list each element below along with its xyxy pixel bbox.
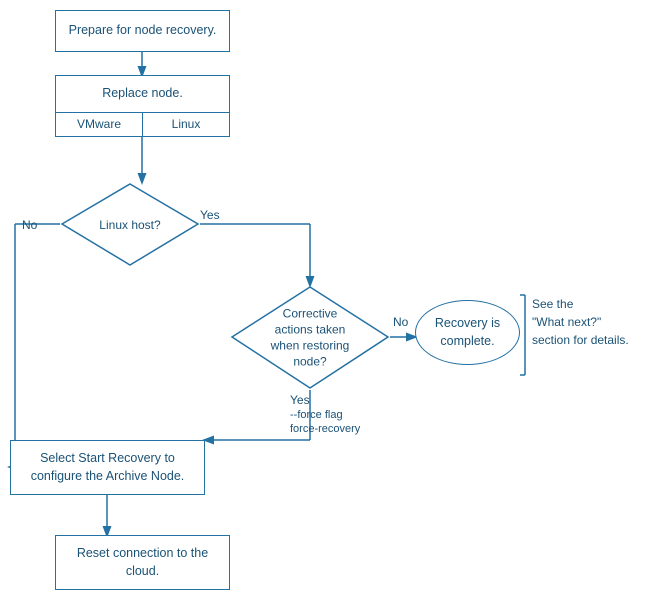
prepare-box: Prepare for node recovery. xyxy=(55,10,230,52)
replace-box: Replace node. VMware Linux xyxy=(55,75,230,137)
yes-linux-label: Yes xyxy=(200,208,220,222)
vmware-cell: VMware xyxy=(56,113,143,136)
linux-cell: Linux xyxy=(143,113,229,136)
linux-host-diamond: Linux host? xyxy=(60,182,200,267)
yes-corrective-label: Yes--force flagforce-recovery xyxy=(290,393,360,435)
corrective-diamond: Corrective actions taken when restoring … xyxy=(230,285,390,390)
recovery-ellipse: Recovery is complete. xyxy=(415,300,520,365)
linux-diamond-svg xyxy=(60,182,200,267)
replace-label: Replace node. xyxy=(56,76,229,112)
reset-box: Reset connection to thecloud. xyxy=(55,535,230,590)
flowchart-diagram: Prepare for node recovery. Replace node.… xyxy=(0,0,663,613)
select-start-box: Select Start Recovery toconfigure the Ar… xyxy=(10,440,205,495)
no-corrective-label: No xyxy=(393,315,408,329)
replace-sub-row: VMware Linux xyxy=(56,112,229,136)
brace-label: See the"What next?"section for details. xyxy=(532,295,629,349)
corrective-diamond-svg xyxy=(230,285,390,390)
no-linux-label: No xyxy=(22,218,37,232)
